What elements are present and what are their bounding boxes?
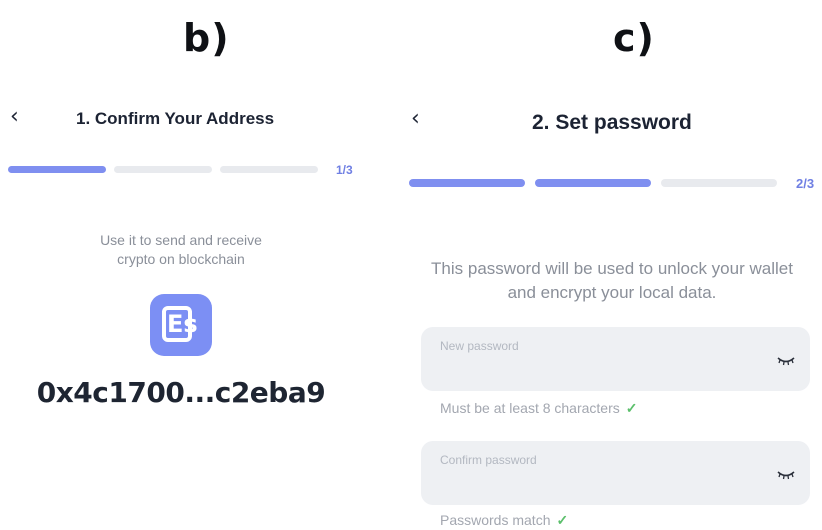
hint-text: Must be at least 8 characters: [440, 400, 620, 416]
progress-segment: [114, 166, 212, 173]
hint-text: Passwords match: [440, 512, 551, 528]
page-title: 2. Set password: [532, 111, 692, 134]
confirm-password-placeholder: Confirm password: [440, 453, 537, 467]
wallet-logo-icon: Es: [150, 294, 212, 356]
chevron-left-icon: ‹: [411, 106, 420, 131]
wallet-address: 0x4c1700...c2eba9: [36, 376, 326, 409]
back-button[interactable]: ‹: [411, 106, 420, 131]
progress-segment-active: [535, 179, 651, 187]
check-icon: ✓: [625, 400, 638, 416]
description-line: This password will be used to unlock you…: [431, 259, 793, 278]
back-button[interactable]: ‹: [10, 104, 19, 129]
progress-segment-active: [8, 166, 106, 173]
step-indicator: 1/3: [336, 163, 353, 177]
description-line: Use it to send and receive: [100, 232, 262, 248]
description-line: crypto on blockchain: [117, 251, 245, 267]
description-line: and encrypt your local data.: [507, 283, 717, 302]
eye-closed-icon[interactable]: [776, 469, 796, 481]
new-password-hint: Must be at least 8 characters ✓: [440, 400, 638, 417]
description: Use it to send and receive crypto on blo…: [30, 231, 332, 269]
description: This password will be used to unlock you…: [412, 257, 812, 305]
confirm-password-field[interactable]: Confirm password: [421, 441, 810, 505]
new-password-field[interactable]: New password: [421, 327, 810, 391]
check-icon: ✓: [556, 512, 569, 528]
new-password-placeholder: New password: [440, 339, 519, 353]
confirm-password-hint: Passwords match ✓: [440, 512, 568, 529]
panel-label-b: b): [183, 16, 230, 60]
chevron-left-icon: ‹: [10, 104, 19, 129]
eye-closed-icon[interactable]: [776, 355, 796, 367]
progress-segment-active: [409, 179, 525, 187]
page-title: 1. Confirm Your Address: [76, 109, 275, 128]
step-indicator: 2/3: [796, 176, 815, 191]
progress-segment: [220, 166, 318, 173]
logo-text: Es: [167, 310, 198, 338]
progress-segment: [661, 179, 777, 187]
panel-label-c: c): [613, 16, 655, 60]
